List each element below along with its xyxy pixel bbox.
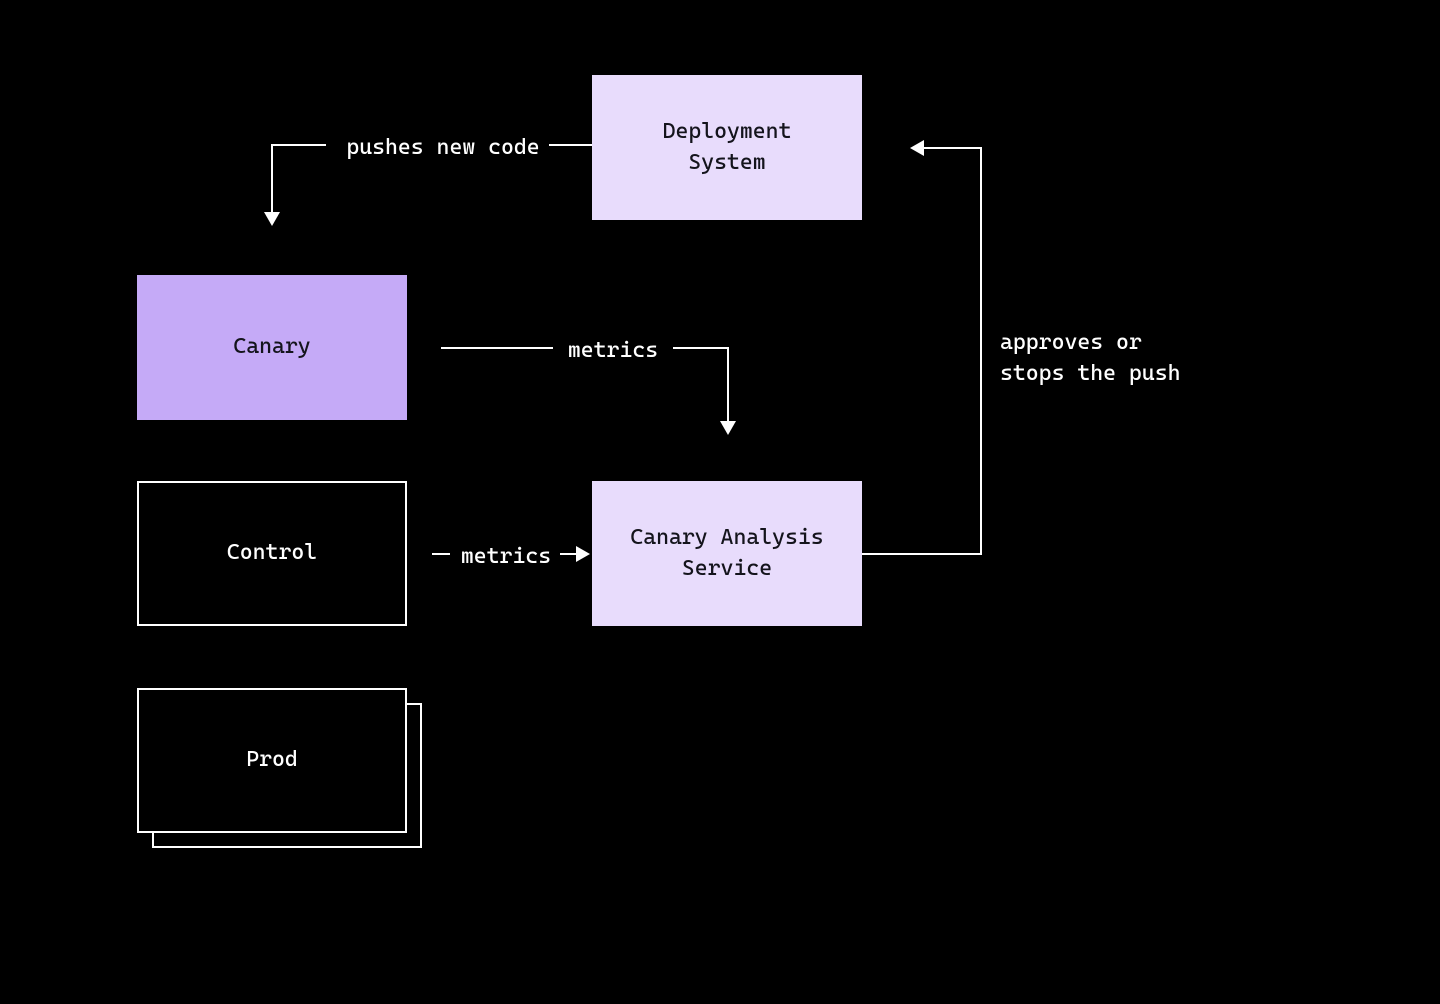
edge-line [673, 347, 729, 349]
node-deployment-system-label: Deployment System [663, 117, 792, 179]
node-deployment-system: Deployment System [592, 75, 862, 220]
edge-line [432, 553, 450, 555]
node-canary-label: Canary [233, 332, 310, 363]
node-prod: Prod [137, 688, 407, 833]
arrow-down-icon [720, 421, 736, 435]
edge-line [727, 347, 729, 423]
edge-line [862, 553, 982, 555]
edge-line [549, 144, 592, 146]
node-control: Control [137, 481, 407, 626]
node-control-label: Control [227, 538, 317, 569]
node-canary: Canary [137, 275, 407, 420]
edge-metrics-control-label: metrics [456, 542, 556, 573]
node-canary-analysis-service: Canary Analysis Service [592, 481, 862, 626]
edge-line [922, 147, 982, 149]
edge-approves-stops-label: approves or stops the push [1000, 328, 1190, 390]
node-prod-label: Prod [246, 745, 298, 776]
edge-pushes-new-code-label: pushes new code [338, 133, 548, 164]
arrow-right-icon [576, 546, 590, 562]
edge-line [441, 347, 553, 349]
edge-line [980, 147, 982, 555]
edge-metrics-canary-label: metrics [563, 336, 663, 367]
arrow-down-icon [264, 212, 280, 226]
arrow-left-icon [910, 140, 924, 156]
edge-line [271, 144, 326, 146]
edge-line [271, 144, 273, 214]
node-canary-analysis-service-label: Canary Analysis Service [630, 523, 823, 585]
